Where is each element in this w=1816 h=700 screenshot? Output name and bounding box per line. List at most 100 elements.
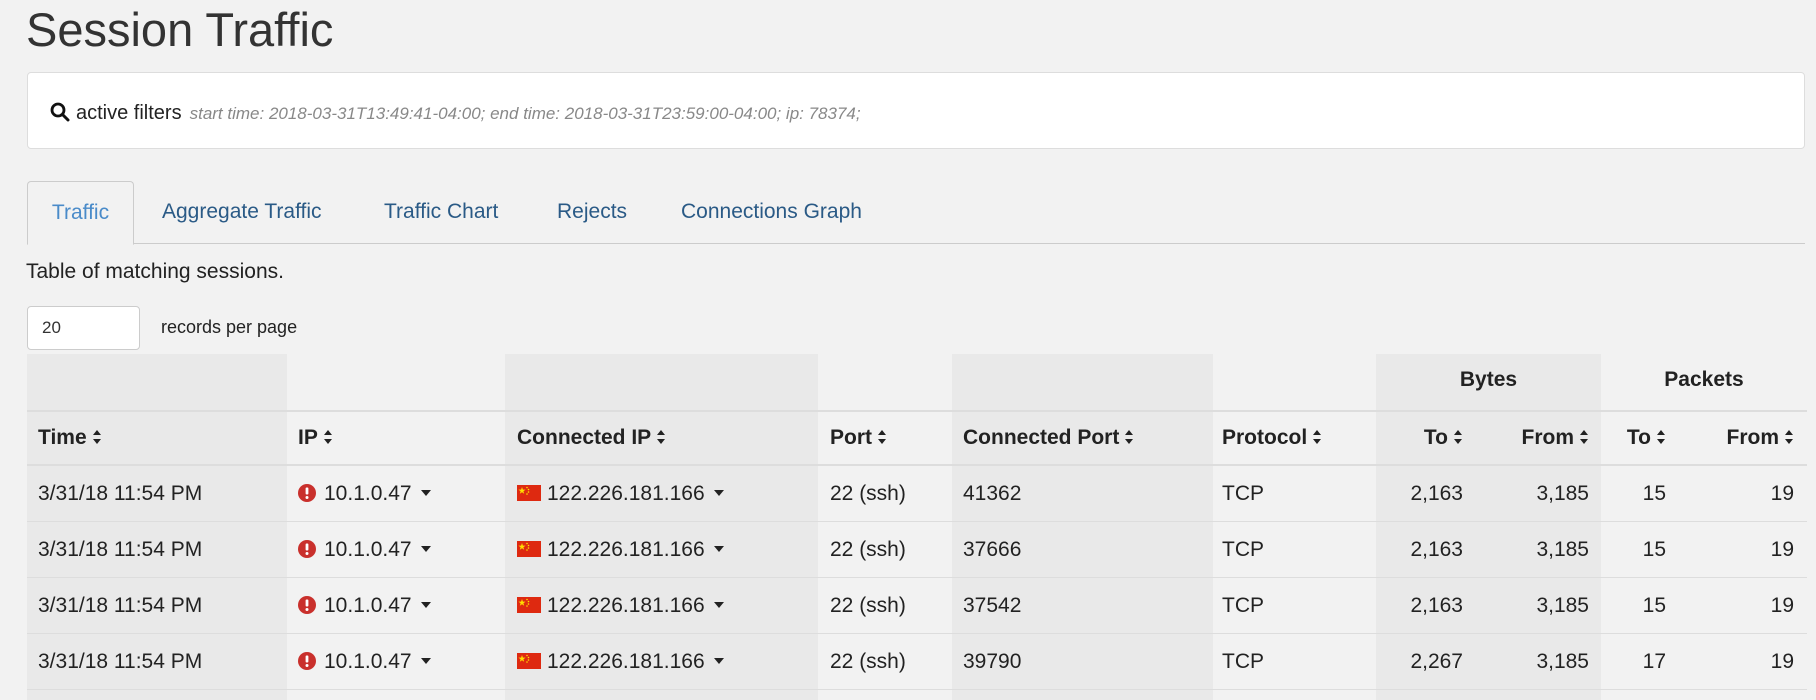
- cell-packets-from: 19: [1770, 594, 1794, 617]
- caret-down-icon[interactable]: [713, 657, 725, 665]
- tab-traffic[interactable]: Traffic: [27, 181, 134, 245]
- column-header-packets-to[interactable]: To: [1627, 426, 1666, 450]
- sort-icon: [657, 430, 666, 444]
- caret-down-icon[interactable]: [713, 601, 725, 609]
- sort-icon: [1313, 430, 1322, 444]
- cell-bytes-from: 3,185: [1536, 482, 1589, 505]
- tab-aggregate-traffic[interactable]: Aggregate Traffic: [162, 181, 322, 244]
- tab-connections-graph[interactable]: Connections Graph: [681, 181, 862, 244]
- column-header-connected-ip[interactable]: Connected IP: [517, 426, 666, 450]
- cell-packets-to: 15: [1642, 594, 1666, 617]
- caret-down-icon[interactable]: [713, 489, 725, 497]
- page-title: Session Traffic: [26, 3, 334, 56]
- column-header-protocol[interactable]: Protocol: [1222, 426, 1322, 450]
- group-header-bytes: Bytes: [1459, 368, 1518, 391]
- column-header-row: Time IP Connected IP Port Connected Port…: [27, 410, 1807, 466]
- table-row: 3/31/18 11:54 PM 10.1.0.47 122.226.181.1…: [27, 522, 1807, 578]
- cell-port: 22 (ssh): [830, 482, 906, 505]
- connected-ip-address[interactable]: 122.226.181.166: [547, 650, 705, 673]
- connected-ip-address[interactable]: 122.226.181.166: [547, 482, 705, 505]
- table-caption: Table of matching sessions.: [26, 260, 284, 283]
- column-header-port[interactable]: Port: [830, 426, 887, 450]
- connected-ip-address[interactable]: 122.226.181.166: [547, 594, 705, 617]
- caret-down-icon[interactable]: [420, 601, 432, 609]
- cell-port: 22 (ssh): [830, 594, 906, 617]
- cell-bytes-from: 3,185: [1536, 538, 1589, 561]
- cell-connected-ip: 122.226.181.166: [517, 482, 725, 506]
- sort-icon: [92, 430, 101, 444]
- records-per-page-input[interactable]: [27, 306, 140, 350]
- cell-bytes-to: 2,163: [1410, 538, 1463, 561]
- cell-protocol: TCP: [1222, 650, 1264, 673]
- cell-packets-from: 19: [1770, 482, 1794, 505]
- cell-bytes-to: 2,163: [1410, 594, 1463, 617]
- cell-packets-to: 15: [1642, 538, 1666, 561]
- cell-packets-to: 15: [1642, 482, 1666, 505]
- sort-icon: [1580, 430, 1588, 444]
- cell-connected-ip: 122.226.181.166: [517, 594, 725, 618]
- china-flag-icon: [517, 653, 541, 669]
- ip-address[interactable]: 10.1.0.47: [324, 482, 412, 505]
- sort-icon: [1454, 430, 1462, 444]
- sort-icon: [323, 430, 332, 444]
- column-header-bytes-to[interactable]: To: [1424, 426, 1463, 450]
- china-flag-icon: [517, 597, 541, 613]
- ip-address[interactable]: 10.1.0.47: [324, 538, 412, 561]
- tab-traffic-chart[interactable]: Traffic Chart: [384, 181, 498, 244]
- alert-icon: [298, 652, 316, 670]
- alert-icon: [298, 540, 316, 558]
- active-filters-panel: active filters start time: 2018-03-31T13…: [27, 72, 1805, 149]
- cell-bytes-to: 2,267: [1410, 650, 1463, 673]
- alert-icon: [298, 484, 316, 502]
- ip-address[interactable]: 10.1.0.47: [324, 594, 412, 617]
- search-icon: [50, 102, 70, 122]
- table-row: 3/31/18 11:54 PM 10.1.0.47 122.226.181.1…: [27, 466, 1807, 522]
- caret-down-icon[interactable]: [420, 545, 432, 553]
- column-header-ip[interactable]: IP: [298, 426, 333, 450]
- column-header-time[interactable]: Time: [38, 426, 102, 450]
- cell-ip: 10.1.0.47: [298, 650, 432, 674]
- cell-connected-port: 37666: [963, 538, 1022, 561]
- column-header-packets-from[interactable]: From: [1727, 426, 1795, 450]
- cell-protocol: TCP: [1222, 538, 1264, 561]
- group-header-packets: Packets: [1664, 368, 1744, 391]
- active-filters-text: start time: 2018-03-31T13:49:41-04:00; e…: [189, 104, 861, 123]
- cell-time: 3/31/18 11:54 PM: [38, 594, 203, 617]
- cell-connected-ip: 122.226.181.166: [517, 650, 725, 674]
- alert-icon: [298, 596, 316, 614]
- column-header-bytes-from[interactable]: From: [1522, 426, 1590, 450]
- cell-ip: 10.1.0.47: [298, 482, 432, 506]
- cell-packets-from: 19: [1770, 650, 1794, 673]
- active-filters-label: active filters: [76, 102, 182, 124]
- cell-connected-port: 39790: [963, 650, 1022, 673]
- cell-time: 3/31/18 11:54 PM: [38, 650, 203, 673]
- china-flag-icon: [517, 541, 541, 557]
- cell-time: 3/31/18 11:54 PM: [38, 482, 203, 505]
- tab-rejects[interactable]: Rejects: [557, 181, 627, 244]
- records-per-page-label: records per page: [161, 317, 298, 337]
- caret-down-icon[interactable]: [420, 489, 432, 497]
- cell-ip: 10.1.0.47: [298, 538, 432, 562]
- cell-packets-to: 17: [1642, 650, 1666, 673]
- cell-bytes-to: 2,163: [1410, 482, 1463, 505]
- sort-icon: [1657, 430, 1665, 444]
- cell-connected-ip: 122.226.181.166: [517, 538, 725, 562]
- cell-connected-port: 41362: [963, 482, 1022, 505]
- cell-protocol: TCP: [1222, 482, 1264, 505]
- caret-down-icon[interactable]: [420, 657, 432, 665]
- caret-down-icon[interactable]: [713, 545, 725, 553]
- group-header-row: Bytes Packets: [27, 354, 1807, 410]
- cell-bytes-from: 3,185: [1536, 650, 1589, 673]
- connected-ip-address[interactable]: 122.226.181.166: [547, 538, 705, 561]
- sort-icon: [878, 430, 886, 444]
- cell-port: 22 (ssh): [830, 538, 906, 561]
- cell-port: 22 (ssh): [830, 650, 906, 673]
- cell-bytes-from: 3,185: [1536, 594, 1589, 617]
- column-header-connected-port[interactable]: Connected Port: [963, 426, 1134, 450]
- sort-icon: [1125, 430, 1134, 444]
- cell-connected-port: 37542: [963, 594, 1022, 617]
- ip-address[interactable]: 10.1.0.47: [324, 650, 412, 673]
- tab-bar: Traffic Aggregate Traffic Traffic Chart …: [27, 181, 1805, 245]
- cell-time: 3/31/18 11:54 PM: [38, 538, 203, 561]
- cell-ip: 10.1.0.47: [298, 594, 432, 618]
